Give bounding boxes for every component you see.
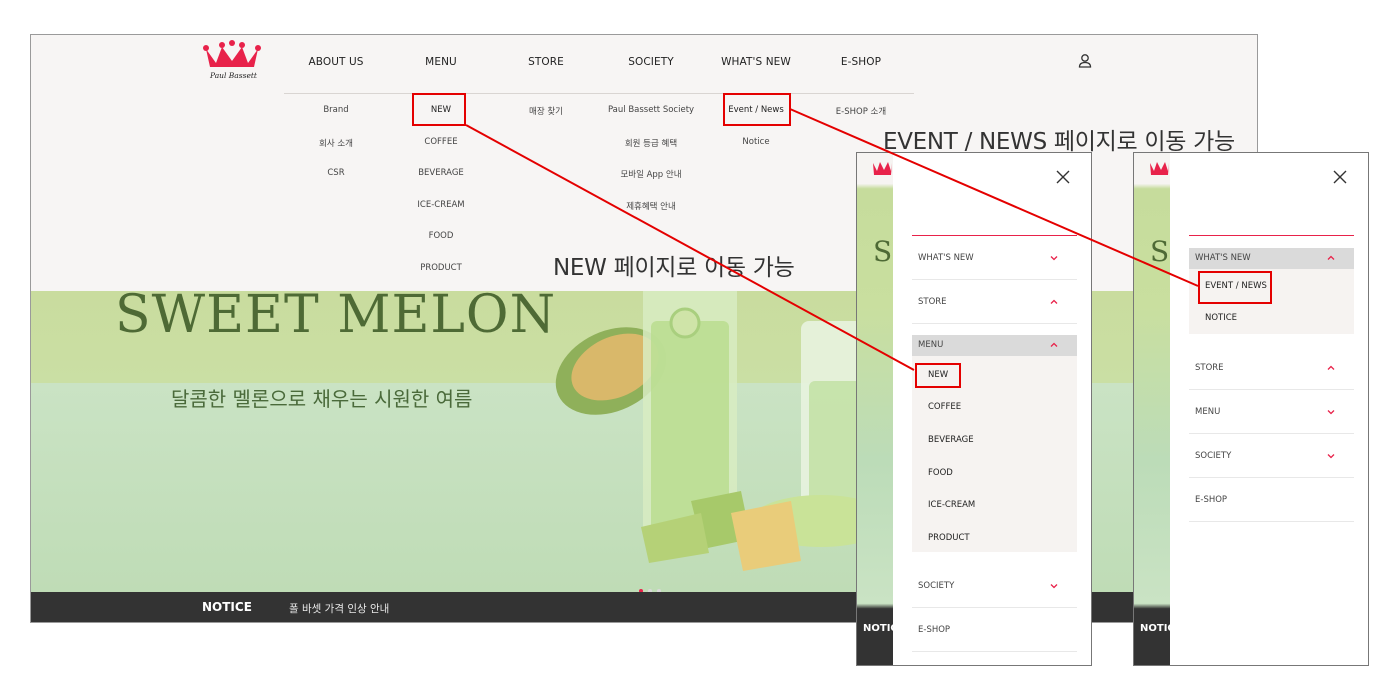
caption-new: NEW 페이지로 이동 가능 — [553, 255, 795, 281]
hero-title: SWEET MELON — [115, 291, 557, 345]
mobile-item-ice-cream[interactable]: ICE-CREAM — [928, 500, 975, 510]
mobile-item-product[interactable]: PRODUCT — [928, 533, 970, 543]
mobile-nav-drawer: WHAT'S NEW STORE MENU NEW COFFEE BEVERAG… — [893, 153, 1091, 665]
accordion-label: STORE — [918, 297, 947, 307]
submenu-partner-benefits[interactable]: 제휴혜택 안내 — [599, 200, 703, 232]
submenu-member-benefits[interactable]: 회원 등급 혜택 — [599, 137, 703, 169]
chevron-up-icon — [1327, 255, 1335, 260]
gnb-e-shop[interactable]: E-SHOP — [809, 56, 913, 68]
close-icon[interactable] — [1332, 169, 1348, 185]
accordion-society[interactable]: SOCIETY — [912, 565, 1077, 608]
background-hero-letter: S — [1150, 235, 1170, 268]
hero-subtitle: 달콤한 멜론으로 채우는 시원한 여름 — [171, 387, 473, 411]
gnb-about-us[interactable]: ABOUT US — [284, 56, 388, 68]
accordion-label: WHAT'S NEW — [918, 253, 974, 263]
brand-logo[interactable]: Paul Bassett — [202, 39, 262, 83]
submenu-ice-cream[interactable]: ICE-CREAM — [389, 200, 493, 232]
accordion-e-shop[interactable]: E-SHOP — [1189, 479, 1354, 522]
accordion-store[interactable]: STORE — [1189, 347, 1354, 390]
crown-icon — [873, 162, 892, 175]
submenu-menu: NEW COFFEE BEVERAGE ICE-CREAM FOOD PRODU… — [389, 105, 493, 294]
submenu-product[interactable]: PRODUCT — [389, 263, 493, 295]
accordion-label: STORE — [1195, 363, 1224, 373]
mobile-background-page: S NOTIC — [1134, 153, 1175, 665]
carousel-pagination — [639, 578, 666, 592]
accordion-society[interactable]: SOCIETY — [1189, 435, 1354, 478]
mobile-item-beverage[interactable]: BEVERAGE — [928, 435, 974, 445]
submenu-food[interactable]: FOOD — [389, 231, 493, 263]
mobile-item-coffee[interactable]: COFFEE — [928, 402, 961, 412]
accordion-whats-new-open[interactable]: WHAT'S NEW — [1189, 248, 1354, 269]
accordion-label: SOCIETY — [918, 581, 955, 591]
accordion-label: SOCIETY — [1195, 451, 1232, 461]
gnb-society[interactable]: SOCIETY — [599, 56, 703, 68]
gnb-whats-new[interactable]: WHAT'S NEW — [704, 56, 808, 68]
submenu-society: Paul Bassett Society 회원 등급 혜택 모바일 App 안내… — [599, 105, 703, 231]
gnb-menu[interactable]: MENU — [389, 56, 493, 68]
crown-icon — [1150, 162, 1169, 175]
notice-label: NOTICE — [202, 600, 252, 614]
submenu-beverage[interactable]: BEVERAGE — [389, 168, 493, 200]
chevron-down-icon — [1050, 584, 1058, 589]
accordion-e-shop[interactable]: E-SHOP — [912, 609, 1077, 652]
mobile-nav-drawer: WHAT'S NEW EVENT / NEWS NOTICE STORE MEN… — [1170, 153, 1368, 665]
accordion-label: E-SHOP — [1195, 495, 1228, 505]
submenu-coffee[interactable]: COFFEE — [389, 137, 493, 169]
submenu-store: 매장 찾기 — [494, 105, 598, 137]
mobile-whats-new-panel: S NOTIC WHAT'S NEW EVENT / NEWS NOTICE S… — [1133, 152, 1369, 666]
close-icon[interactable] — [1055, 169, 1071, 185]
submenu-find-store[interactable]: 매장 찾기 — [494, 105, 598, 137]
chevron-up-icon — [1050, 342, 1058, 347]
accordion-store[interactable]: STORE — [912, 281, 1077, 324]
accordion-label: MENU — [1195, 407, 1221, 417]
mobile-background-page: S NOTIC — [857, 153, 898, 665]
submenu-mobile-app[interactable]: 모바일 App 안내 — [599, 168, 703, 200]
accordion-menu[interactable]: MENU — [1189, 391, 1354, 434]
chevron-down-icon — [1327, 454, 1335, 459]
gnb-store[interactable]: STORE — [494, 56, 598, 68]
mobile-item-food[interactable]: FOOD — [928, 468, 953, 478]
chevron-down-icon — [1327, 410, 1335, 415]
submenu-brand[interactable]: Brand — [284, 105, 388, 137]
chevron-up-icon — [1050, 299, 1058, 304]
submenu-company[interactable]: 회사 소개 — [284, 137, 388, 169]
gnb-divider — [284, 93, 914, 94]
chevron-down-icon — [1050, 256, 1058, 261]
drawer-accent-line — [912, 235, 1077, 236]
highlight-new — [412, 93, 466, 126]
highlight-mobile-event-news — [1198, 271, 1272, 304]
user-icon[interactable] — [1077, 53, 1093, 69]
crown-icon — [203, 40, 261, 67]
mobile-item-notice[interactable]: NOTICE — [1205, 313, 1237, 323]
submenu-society-main[interactable]: Paul Bassett Society — [599, 105, 703, 137]
background-hero-letter: S — [873, 235, 893, 268]
submenu-about-us: Brand 회사 소개 CSR — [284, 105, 388, 200]
chevron-up-icon — [1327, 365, 1335, 370]
drawer-accent-line — [1189, 235, 1354, 236]
submenu-csr[interactable]: CSR — [284, 168, 388, 200]
accordion-whats-new[interactable]: WHAT'S NEW — [912, 237, 1077, 280]
accordion-label: WHAT'S NEW — [1195, 253, 1251, 263]
accordion-menu-open[interactable]: MENU — [912, 335, 1077, 356]
highlight-mobile-new — [915, 363, 961, 388]
highlight-event-news — [723, 93, 791, 126]
logo-wordmark: Paul Bassett — [210, 71, 257, 80]
notice-text[interactable]: 폴 바셋 가격 인상 안내 — [289, 601, 389, 616]
submenu-notice[interactable]: Notice — [704, 137, 808, 169]
caption-event-news: EVENT / NEWS 페이지로 이동 가능 — [883, 129, 1235, 155]
mobile-menu-panel: S NOTIC WHAT'S NEW STORE MENU NEW COFFEE… — [856, 152, 1092, 666]
accordion-label: E-SHOP — [918, 625, 951, 635]
accordion-label: MENU — [918, 340, 944, 350]
